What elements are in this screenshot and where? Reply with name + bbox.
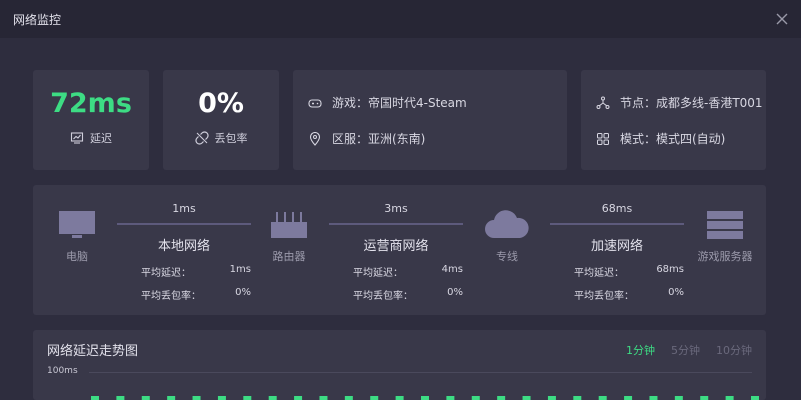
latency-bar: [268, 396, 277, 400]
segment-ms: 1ms: [172, 202, 196, 215]
latency-bar: [370, 396, 379, 400]
segment-isp: 3ms 运营商网络 平均延迟： 4ms 平均丢包率： 0%: [329, 202, 463, 302]
latency-bar: [294, 396, 303, 400]
latency-label: 延迟: [90, 132, 112, 145]
latency-bar: [751, 396, 759, 400]
latency-bar: [141, 396, 150, 400]
latency-bar: [217, 396, 226, 400]
latency-bar: [725, 396, 734, 400]
avg-latency-label: 平均延迟：: [141, 268, 191, 279]
avg-loss-value: 0%: [447, 287, 463, 298]
avg-latency-value: 1ms: [229, 264, 251, 275]
network-path-panel: 电脑 1ms 本地网络 平均延迟： 1ms 平均丢包率： 0% 路由器 3ms …: [33, 185, 766, 315]
node-dedicated-line: 专线: [479, 210, 535, 264]
title-bar: 网络监控: [0, 0, 801, 38]
close-icon[interactable]: [775, 11, 789, 25]
latency-bar: [497, 396, 506, 400]
link-broken-icon: [194, 131, 209, 145]
latency-bar: [344, 396, 353, 400]
window-title: 网络监控: [13, 13, 62, 27]
latency-bar: [471, 396, 480, 400]
loss-card: 0% 丢包率: [163, 70, 279, 170]
latency-trend-panel: 网络延迟走势图 1分钟 5分钟 10分钟 100ms: [33, 330, 766, 400]
node-router: 路由器: [261, 210, 317, 264]
segment-line: [329, 223, 463, 225]
segment-ms: 3ms: [384, 202, 408, 215]
latency-bar: [649, 396, 658, 400]
segment-line: [117, 223, 251, 225]
node-tree-icon: [596, 96, 610, 110]
node-pc: 电脑: [53, 210, 101, 264]
avg-latency-label: 平均延迟：: [353, 268, 403, 279]
latency-bar: [624, 396, 633, 400]
cloud-icon: [485, 210, 529, 238]
latency-bar: [700, 396, 709, 400]
latency-bar: [243, 396, 252, 400]
node-label: 路由器: [272, 250, 306, 263]
avg-loss-label: 平均丢包率：: [353, 291, 413, 302]
avg-loss-value: 0%: [668, 287, 684, 298]
latency-card: 72ms 延迟: [33, 70, 149, 170]
node-label: 专线: [496, 250, 518, 263]
location-icon: [308, 131, 322, 146]
loss-value: 0%: [198, 88, 244, 119]
avg-latency-value: 4ms: [441, 264, 463, 275]
latency-bar: [395, 396, 404, 400]
server-icon: [707, 211, 743, 239]
node-label: 电脑: [66, 250, 88, 263]
region-name: 区服：亚洲(东南): [332, 132, 426, 146]
latency-bar: [167, 396, 176, 400]
segment-local: 1ms 本地网络 平均延迟： 1ms 平均丢包率： 0%: [117, 202, 251, 302]
latency-bar: [573, 396, 582, 400]
avg-latency-label: 平均延迟：: [574, 268, 624, 279]
gamepad-icon: [308, 96, 322, 110]
grid-icon: [596, 132, 610, 146]
latency-bar: [192, 396, 201, 400]
latency-bar: [91, 396, 99, 400]
node-info-card: 节点：成都多线-香港T001 模式：模式四(自动): [581, 70, 766, 170]
avg-loss-label: 平均丢包率：: [574, 291, 634, 302]
latency-bar: [116, 396, 125, 400]
latency-bar: [598, 396, 607, 400]
latency-bar: [674, 396, 683, 400]
segment-accelerated: 68ms 加速网络 平均延迟： 68ms 平均丢包率： 0%: [550, 202, 684, 302]
avg-latency-value: 68ms: [656, 264, 684, 275]
node-game-server: 游戏服务器: [689, 210, 761, 264]
segment-name: 运营商网络: [363, 239, 429, 254]
segment-ms: 68ms: [601, 202, 633, 215]
latency-bar: [522, 396, 531, 400]
latency-bar: [319, 396, 328, 400]
monitor-icon: [59, 211, 95, 238]
segment-line: [550, 223, 684, 225]
segment-name: 加速网络: [590, 239, 643, 254]
segment-name: 本地网络: [157, 239, 210, 254]
game-name: 游戏：帝国时代4-Steam: [332, 96, 467, 110]
latency-value: 72ms: [50, 88, 132, 119]
latency-bars: [91, 396, 759, 400]
game-info-card: 游戏：帝国时代4-Steam 区服：亚洲(东南): [293, 70, 567, 170]
chart-icon: [70, 131, 84, 145]
avg-loss-value: 0%: [235, 287, 251, 298]
latency-bar: [547, 396, 556, 400]
avg-loss-label: 平均丢包率：: [141, 291, 201, 302]
node-name: 节点：成都多线-香港T001: [620, 96, 763, 110]
latency-bar: [446, 396, 455, 400]
loss-label: 丢包率: [214, 132, 248, 145]
mode-name: 模式：模式四(自动): [620, 132, 726, 146]
router-icon: [271, 212, 307, 238]
latency-bar: [421, 396, 429, 400]
node-label: 游戏服务器: [697, 250, 753, 263]
